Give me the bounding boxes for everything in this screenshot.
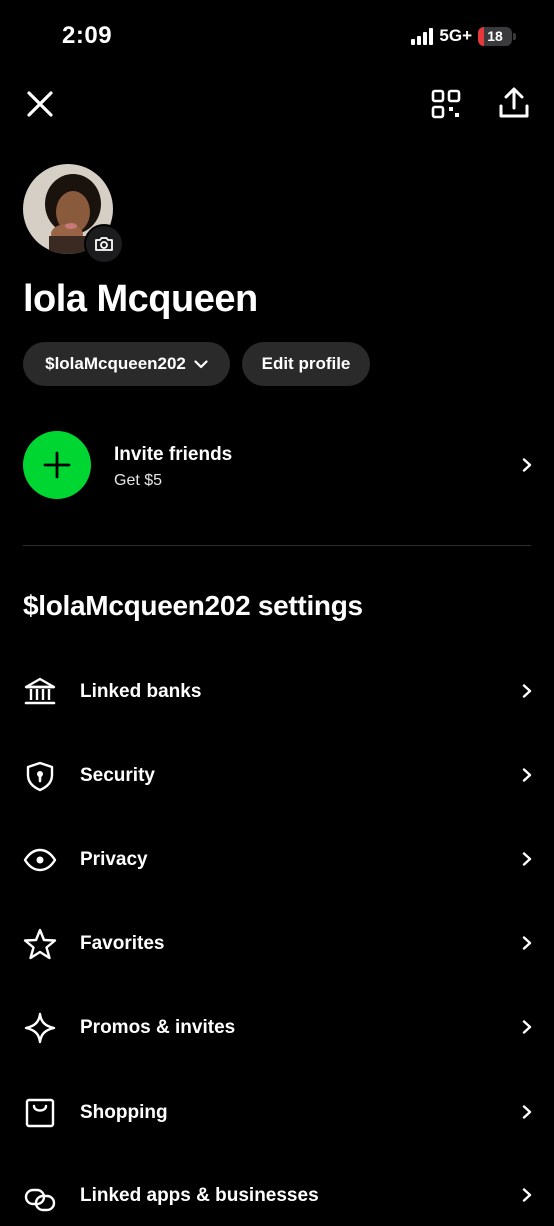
bank-icon: [24, 677, 56, 705]
chevron-right-icon: [522, 1020, 532, 1034]
settings-title: $lolaMcqueen202 settings: [23, 590, 363, 621]
battery-nub: [513, 32, 516, 40]
settings-item-label: Promos & invites: [80, 1017, 236, 1038]
network-type: 5G+: [439, 26, 472, 45]
chevron-down-icon: [194, 359, 208, 368]
chevron-right-icon: [522, 768, 532, 782]
settings-item-shopping[interactable]: Shopping: [0, 1083, 554, 1143]
eye-icon: [23, 848, 57, 872]
shield-icon: [26, 761, 54, 792]
chevron-right-icon: [522, 936, 532, 950]
profile-name: lola Mcqueen: [23, 278, 258, 320]
settings-item-privacy[interactable]: Privacy: [0, 830, 554, 890]
link-icon: [24, 1188, 56, 1212]
chevron-right-icon: [522, 1105, 532, 1119]
plus-icon: [43, 451, 71, 479]
settings-item-label: Favorites: [80, 933, 165, 954]
edit-profile-button[interactable]: Edit profile: [242, 342, 370, 386]
invite-subtitle: Get $5: [114, 472, 163, 489]
status-time: 2:09: [62, 22, 113, 49]
settings-item-security[interactable]: Security: [0, 746, 554, 806]
status-indicators: 5G+ 18: [411, 26, 516, 46]
signal-icon: [411, 27, 434, 45]
qr-scan-icon[interactable]: [430, 88, 462, 120]
change-photo-button[interactable]: [84, 224, 124, 264]
invite-title: Invite friends: [114, 444, 233, 465]
settings-item-label: Linked banks: [80, 681, 202, 702]
chevron-right-icon: [522, 684, 532, 698]
invite-friends-row[interactable]: Invite friends Get $5: [0, 426, 554, 506]
cashtag-label: $lolaMcqueen202: [45, 354, 186, 373]
battery-icon: 18: [478, 26, 512, 46]
settings-item-linked-apps[interactable]: Linked apps & businesses: [0, 1166, 554, 1226]
chevron-right-icon: [522, 852, 532, 866]
battery-percent: 18: [487, 28, 503, 44]
chevron-right-icon: [522, 458, 532, 472]
divider: [23, 545, 531, 546]
battery-level-fill: [478, 26, 485, 46]
share-icon[interactable]: [498, 86, 530, 120]
settings-item-favorites[interactable]: Favorites: [0, 914, 554, 974]
close-icon[interactable]: [26, 90, 54, 118]
invite-plus-badge: [23, 431, 91, 499]
sparkle-icon: [24, 1012, 56, 1044]
settings-item-linked-banks[interactable]: Linked banks: [0, 662, 554, 722]
settings-item-label: Security: [80, 765, 155, 786]
settings-item-label: Linked apps & businesses: [80, 1185, 319, 1206]
settings-item-label: Privacy: [80, 849, 148, 870]
cashtag-dropdown[interactable]: $lolaMcqueen202: [23, 342, 230, 386]
settings-item-label: Shopping: [80, 1102, 168, 1123]
bag-icon: [25, 1098, 55, 1128]
star-icon: [23, 928, 57, 960]
settings-item-promos-invites[interactable]: Promos & invites: [0, 998, 554, 1058]
camera-icon: [95, 237, 113, 251]
